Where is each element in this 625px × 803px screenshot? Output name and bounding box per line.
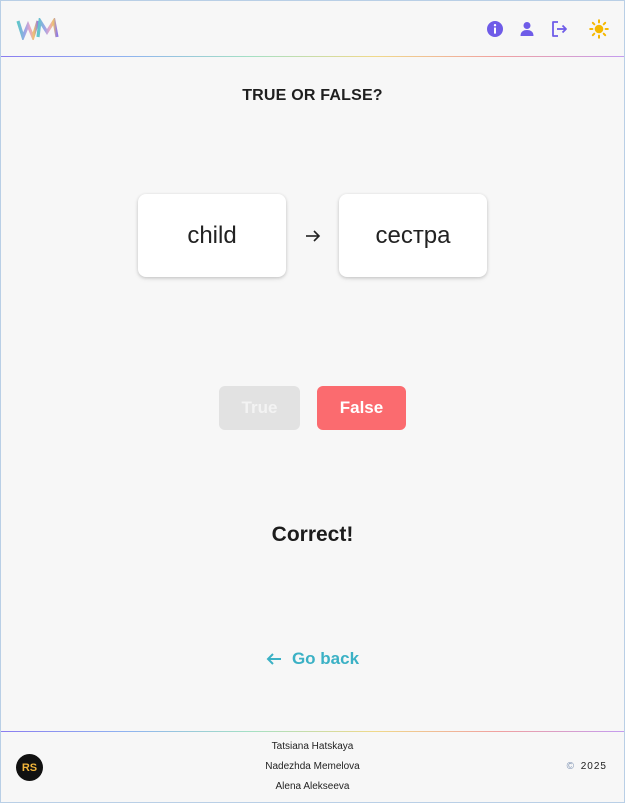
go-back-label: Go back [291,649,360,668]
app-frame: TRUE OR FALSE? child сестра True False C… [0,0,625,803]
info-icon[interactable] [484,18,506,40]
translation-card: сестра [339,194,487,277]
false-button[interactable]: False [317,386,406,430]
user-icon[interactable] [516,18,538,40]
word-pair: child сестра [1,194,624,277]
footer: RS Tatsiana Hatskaya Nadezhda Memelova A… [1,732,624,803]
copyright-symbol: © [566,761,575,772]
author-link[interactable]: Alena Alekseeva [1,780,624,800]
arrow-right-icon [286,229,339,243]
copyright-year: 2025 [580,761,607,772]
arrow-left-icon [266,652,282,666]
header [1,1,624,57]
true-button[interactable]: True [219,386,300,430]
authors-list: Tatsiana Hatskaya Nadezhda Memelova Alen… [1,740,624,800]
wm-logo-icon [16,18,59,40]
logout-icon[interactable] [548,18,570,40]
app-logo[interactable] [16,17,60,41]
page-title: TRUE OR FALSE? [242,87,383,104]
author-link[interactable]: Tatsiana Hatskaya [1,740,624,760]
go-back-link[interactable]: Go back [1,649,624,669]
author-link[interactable]: Nadezhda Memelova [1,760,624,780]
copyright: © 2025 [567,761,607,772]
header-divider [1,56,624,57]
sun-icon[interactable] [588,18,610,40]
word-card: child [138,194,286,277]
result-message: Correct! [271,523,354,546]
header-actions [484,18,610,40]
answer-buttons: True False [1,386,624,430]
